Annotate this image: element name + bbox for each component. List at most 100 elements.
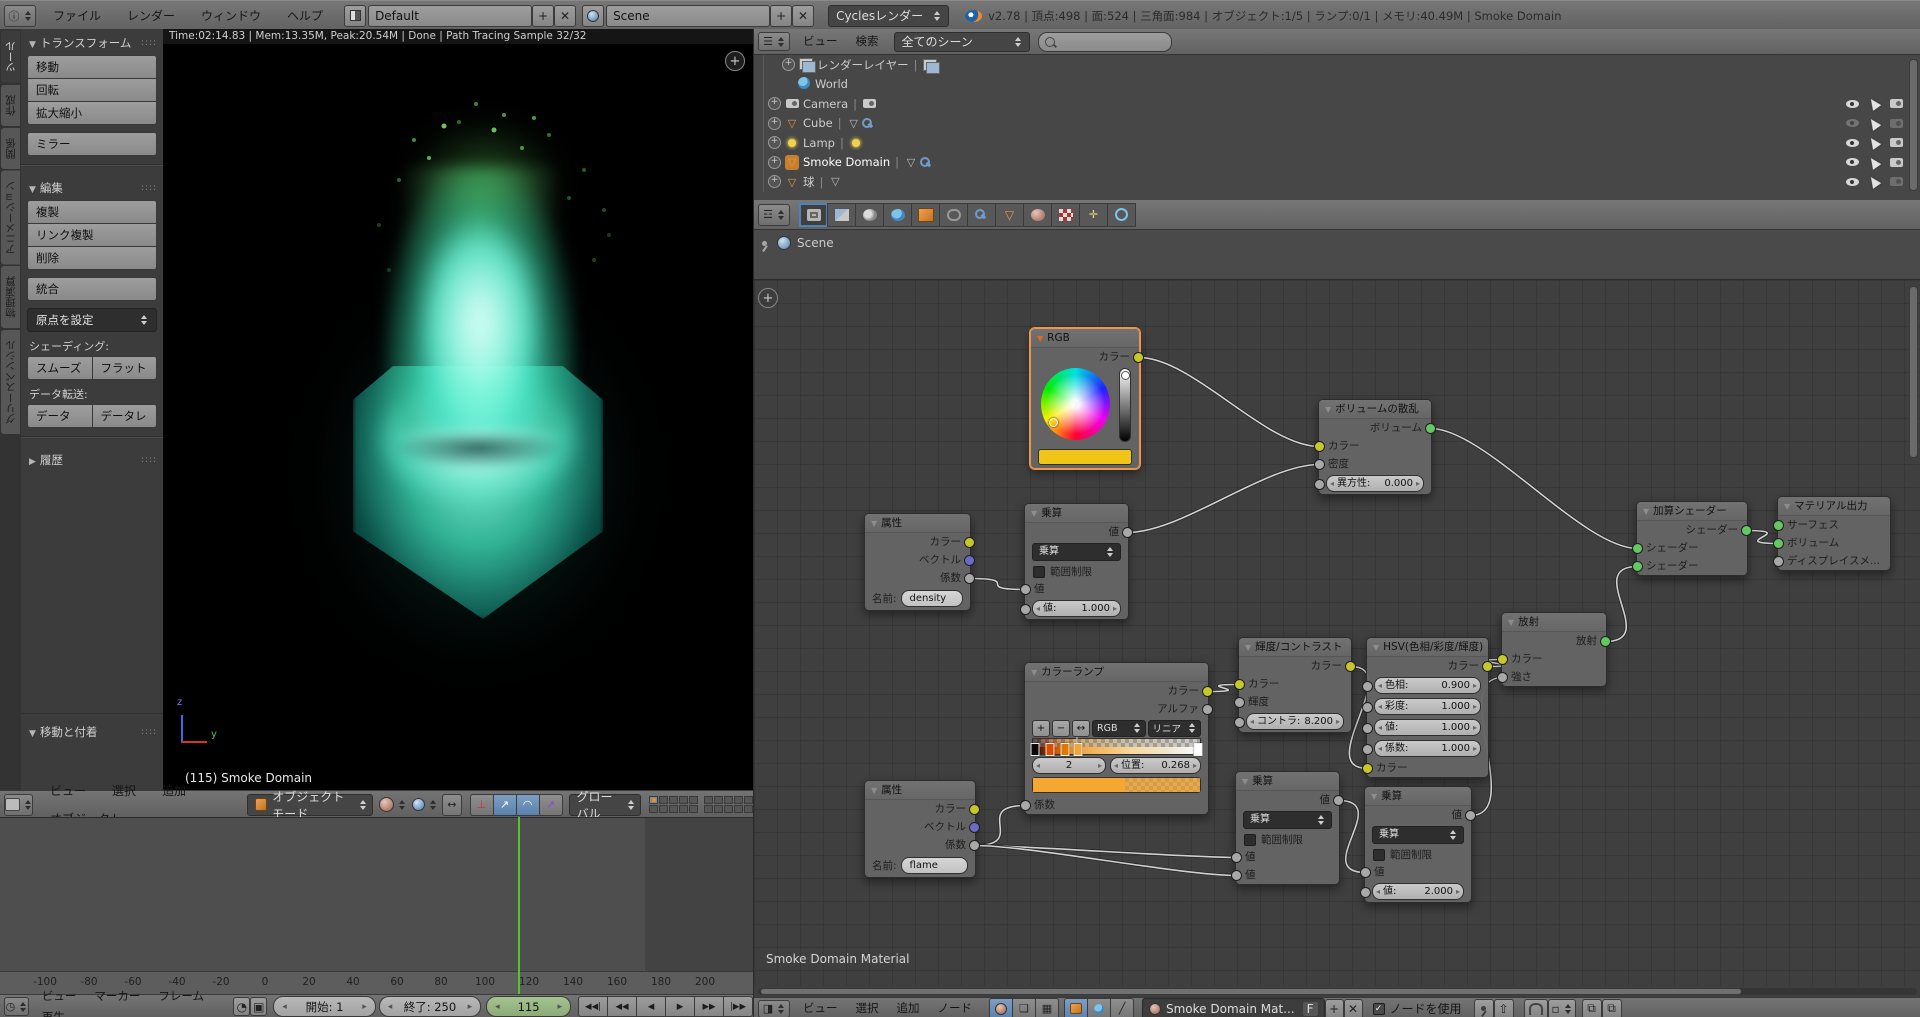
outliner-row-Smoke Domain[interactable]: +▽Smoke Domain|▽ <box>754 153 1920 173</box>
layer-cell[interactable] <box>659 805 668 813</box>
slider-値:[interactable]: ◂値:2.000▸ <box>1372 883 1464 900</box>
ramp-index-field[interactable]: ◂2▸ <box>1032 757 1106 774</box>
node-canvas[interactable]: ▼RGBカラー▼ボリュームの散乱ボリュームカラー密度◂異方性:0.000▸▼属性… <box>754 280 1920 986</box>
button-ミラー[interactable]: ミラー <box>27 132 157 156</box>
outliner-item-label[interactable]: レンダーレイヤー <box>817 57 909 73</box>
clamp-checkbox[interactable]: 範囲制限 <box>1236 831 1339 848</box>
editor-type-outliner-icon[interactable]: ☰ <box>758 32 790 51</box>
node-socket[interactable] <box>1234 697 1245 708</box>
layer-cell[interactable] <box>734 805 743 813</box>
use-nodes-toggle[interactable]: ✓ノードを使用 <box>1373 1000 1462 1017</box>
name-field[interactable]: 名前:flame <box>872 857 968 874</box>
outliner-row-Cube[interactable]: +▽Cube|▽ <box>754 114 1920 134</box>
properties-tab-texture[interactable] <box>1051 203 1080 227</box>
ramp-stop[interactable] <box>1045 743 1054 756</box>
shader-object-icon[interactable] <box>1064 998 1087 1017</box>
visibility-toggle[interactable] <box>1843 94 1861 114</box>
layer-cell[interactable] <box>649 805 658 813</box>
node-mul1[interactable]: ▼乗算値乗算範囲制限値◂値:1.000▸ <box>1024 503 1129 620</box>
node-socket[interactable] <box>1020 604 1031 615</box>
node-socket[interactable] <box>1497 672 1508 683</box>
outliner-row-Camera[interactable]: +Camera| <box>754 94 1920 114</box>
copy-nodes-icon[interactable]: ⧉ <box>1582 999 1602 1017</box>
node-socket[interactable] <box>1133 352 1144 363</box>
editor-type-node-icon[interactable]: ◨ <box>758 1000 790 1017</box>
render-toggle[interactable] <box>1887 133 1905 153</box>
node-socket[interactable] <box>1362 763 1373 774</box>
tree-type-compositing-icon[interactable]: ❏ <box>1012 998 1035 1017</box>
node-socket[interactable] <box>969 822 980 833</box>
node-menu-追加[interactable]: 追加 <box>888 998 929 1017</box>
visibility-toggle[interactable] <box>1843 172 1861 192</box>
button-フラット[interactable]: フラット <box>92 356 158 380</box>
node-hsv[interactable]: ▼HSV(色相/彩度/輝度)カラー◂色相:0.900▸◂彩度:1.000▸◂値:… <box>1366 637 1489 778</box>
timeline-playhead[interactable] <box>518 817 520 994</box>
layers-widget[interactable] <box>649 796 753 813</box>
pivot-select[interactable] <box>412 798 437 811</box>
node-emi[interactable]: ▼放射放射カラー強さ <box>1501 612 1607 687</box>
button-削除[interactable]: 削除 <box>27 247 157 270</box>
operation-select[interactable]: 乗算 <box>1372 826 1464 844</box>
properties-tab-modifiers[interactable] <box>967 203 996 227</box>
name-field[interactable]: 名前:density <box>872 590 963 607</box>
material-selector[interactable]: Smoke Domain Mat... F <box>1142 998 1325 1017</box>
outliner-item-label[interactable]: Lamp <box>803 136 835 150</box>
editor-type-info-icon[interactable]: ⓘ <box>4 5 36 27</box>
layer-cell[interactable] <box>724 805 733 813</box>
node-attrD[interactable]: ▼属性カラーベクトル係数名前:density <box>864 513 971 611</box>
node-socket[interactable] <box>964 537 975 548</box>
snap-mode-select[interactable]: ▫ <box>1548 999 1576 1017</box>
layer-cell[interactable] <box>744 805 753 813</box>
ramp-position-field[interactable]: ◂位置:0.268▸ <box>1110 757 1201 774</box>
node-socket[interactable] <box>1234 679 1245 690</box>
scene-add-button[interactable]: + <box>770 5 792 27</box>
color-wheel[interactable] <box>1031 366 1139 446</box>
node-attrF[interactable]: ▼属性カラーベクトル係数名前:flame <box>864 780 976 878</box>
ramp-stop[interactable] <box>1074 743 1083 756</box>
node-title[interactable]: ▼加算シェーダー <box>1637 502 1747 521</box>
node-menu-選択[interactable]: 選択 <box>847 998 888 1017</box>
value-handle[interactable] <box>1121 371 1130 380</box>
node-socket[interactable] <box>964 555 975 566</box>
node-socket[interactable] <box>1231 870 1242 881</box>
outliner-filter-select[interactable]: 全てのシーン <box>894 32 1030 52</box>
node-socket[interactable] <box>1333 795 1344 806</box>
properties-tab-render-layers[interactable] <box>827 203 856 227</box>
panel-header-編集[interactable]: ▼編集:::: <box>21 174 163 200</box>
outliner-item-label[interactable]: World <box>815 77 848 91</box>
node-mul2[interactable]: ▼乗算値乗算範囲制限値値 <box>1235 771 1340 885</box>
expand-icon[interactable]: + <box>768 117 781 130</box>
node-title[interactable]: ▼カラーランプ <box>1025 663 1208 682</box>
node-ramp[interactable]: ▼カラーランプカラーアルファ+−↔RGBリニア◂2▸◂位置:0.268▸係数 <box>1024 662 1209 815</box>
node-socket[interactable] <box>1362 744 1373 755</box>
layer-cell[interactable] <box>669 796 678 804</box>
region-expand-button[interactable]: + <box>758 288 778 308</box>
timeline-menu-マーカー[interactable]: マーカー <box>85 986 149 1007</box>
shader-linestyle-icon[interactable]: ╱ <box>1110 998 1134 1017</box>
ramp-flip-button[interactable]: ↔ <box>1072 720 1090 737</box>
outliner-item-label[interactable]: Smoke Domain <box>803 155 890 169</box>
layer-cell[interactable] <box>744 796 753 804</box>
node-socket[interactable] <box>1314 479 1325 490</box>
visibility-toggle[interactable] <box>1843 114 1861 134</box>
manipulator-axes-icon[interactable]: ⊥ <box>470 794 493 816</box>
panel-header-トランスフォーム[interactable]: ▼トランスフォーム:::: <box>21 29 163 55</box>
ramp-stop[interactable] <box>1030 743 1039 756</box>
node-menu-ビュー[interactable]: ビュー <box>794 998 847 1017</box>
autokey-lock-icon[interactable]: ▣ <box>250 997 267 1016</box>
node-socket[interactable] <box>1362 702 1373 713</box>
node-title[interactable]: ▼マテリアル出力 <box>1778 497 1890 516</box>
layer-cell[interactable] <box>689 805 698 813</box>
tree-type-texture-icon[interactable]: ▦ <box>1035 998 1059 1017</box>
node-title[interactable]: ▼乗算 <box>1236 772 1339 791</box>
properties-tab-world[interactable] <box>883 203 912 227</box>
shelf-tab-物理演算[interactable]: 物理演算 <box>1 266 20 328</box>
layer-cell[interactable] <box>714 805 723 813</box>
node-socket[interactable] <box>1362 723 1373 734</box>
layer-cell[interactable] <box>679 805 688 813</box>
node-socket[interactable] <box>1122 527 1133 538</box>
slider-色相:[interactable]: ◂色相:0.900▸ <box>1374 677 1481 694</box>
properties-tab-constraints[interactable] <box>939 203 968 227</box>
viewport-shading-select[interactable] <box>379 797 406 812</box>
mode-select[interactable]: オブジェクトモード <box>247 794 373 816</box>
